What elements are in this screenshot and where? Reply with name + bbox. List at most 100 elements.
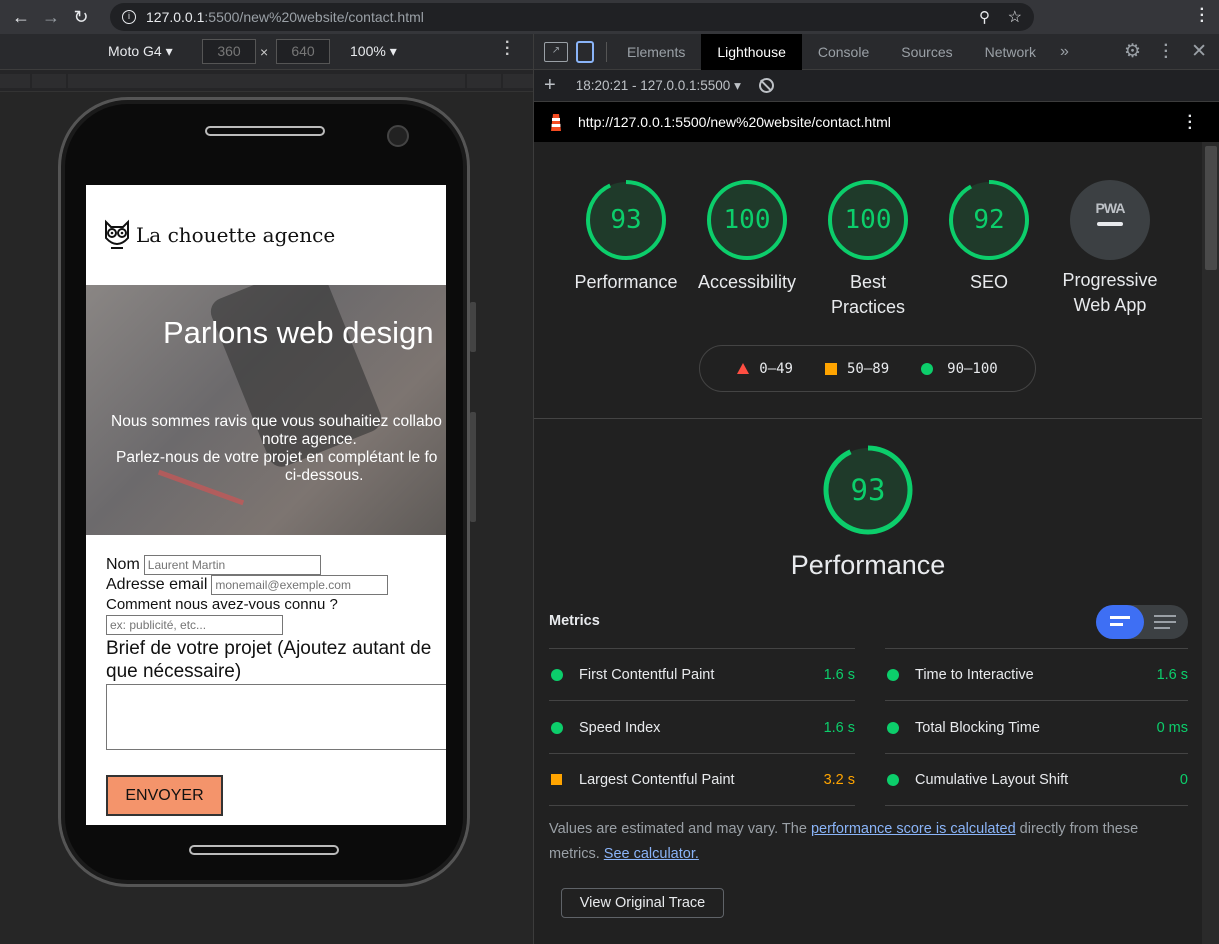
more-tabs-icon[interactable]: » — [1060, 43, 1069, 61]
name-input[interactable]: Laurent Martin — [143, 555, 321, 575]
zoom-icon[interactable]: ⚲ — [979, 8, 990, 26]
owl-logo-icon — [105, 219, 129, 249]
forward-icon[interactable]: → — [36, 2, 66, 32]
hero-text: Nous sommes ravis que vous souhaitiez co… — [86, 413, 446, 485]
tab-network[interactable]: Network — [969, 34, 1052, 70]
performance-large-ring: 93 — [823, 445, 913, 535]
toggle-detail-icon[interactable] — [1144, 605, 1188, 639]
gauge-pwa-label-1: Progressive — [1062, 270, 1158, 290]
metric-good-icon — [551, 668, 563, 681]
legend-average-icon — [824, 362, 837, 375]
height-input[interactable]: 640 — [276, 39, 330, 64]
phone-speaker — [205, 126, 325, 136]
gauge-best-practices[interactable]: 100 Best Practices — [808, 178, 928, 320]
close-devtools-icon[interactable]: ✕ — [1191, 40, 1207, 63]
report-menu-icon[interactable]: · · · — [1188, 109, 1193, 137]
hero-banner: Parlons web design Nous sommes ravis que… — [86, 285, 446, 535]
browser-menu-icon[interactable]: · · · — [1200, 2, 1205, 30]
metric-time-to-interactive[interactable]: Time to Interactive 1.6 s — [885, 649, 1188, 701]
metric-total-blocking-time[interactable]: Total Blocking Time 0 ms — [885, 702, 1188, 754]
see-calculator-link[interactable]: See calculator. — [604, 846, 699, 862]
bookmark-star-icon[interactable]: ☆ — [1008, 7, 1022, 27]
scrollbar-thumb[interactable] — [1205, 146, 1217, 270]
tab-lighthouse[interactable]: Lighthouse — [701, 33, 802, 70]
phone-camera — [387, 125, 409, 147]
device-toggle-icon[interactable] — [576, 40, 594, 63]
metric-value: 1.6 s — [1156, 666, 1188, 683]
device-name: Moto G4 — [108, 43, 162, 59]
metric-value: 0 — [1179, 771, 1188, 788]
clear-reports-icon[interactable] — [758, 78, 774, 93]
pwa-badge-icon: PWA — [1070, 180, 1150, 260]
dimension-separator: × — [260, 44, 269, 60]
media-query-ruler — [0, 70, 533, 92]
phone-side-button — [470, 302, 476, 352]
metric-value: 0 ms — [1156, 719, 1188, 736]
gauge-accessibility-score: 100 — [724, 205, 771, 235]
lighthouse-report: 93 Performance 100 Accessibility 100 Bes… — [534, 142, 1202, 944]
metric-name: Time to Interactive — [915, 666, 1034, 683]
email-input[interactable]: monemail@exemple.com — [211, 575, 389, 595]
legend-average: 50–89 — [846, 360, 890, 377]
legend-good-icon — [921, 362, 934, 375]
report-select-value: 18:20:21 - 127.0.0.1:5500 — [575, 77, 731, 93]
new-report-icon[interactable]: + — [544, 74, 556, 97]
tab-console[interactable]: Console — [802, 34, 885, 70]
source-input[interactable]: ex: publicité, etc... — [106, 615, 283, 635]
metric-good-icon — [887, 773, 899, 786]
url-path: :5500/new%20website/contact.html — [204, 9, 424, 25]
metric-largest-contentful-paint[interactable]: Largest Contentful Paint 3.2 s — [549, 754, 855, 806]
metric-value: 1.6 s — [823, 719, 855, 736]
gauge-accessibility[interactable]: 100 Accessibility — [687, 178, 807, 295]
report-url[interactable]: http://127.0.0.1:5500/new%20website/cont… — [578, 114, 891, 130]
legend-good: 90–100 — [947, 360, 998, 377]
metric-first-contentful-paint[interactable]: First Contentful Paint 1.6 s — [549, 649, 855, 701]
gauge-best-practices-ring: 100 — [828, 180, 908, 260]
metrics-view-toggle[interactable] — [1096, 605, 1188, 639]
report-scrollbar[interactable] — [1202, 142, 1219, 944]
settings-gear-icon[interactable]: ⚙ — [1124, 40, 1141, 63]
tab-elements[interactable]: Elements — [611, 34, 701, 70]
view-original-trace-button[interactable]: View Original Trace — [561, 888, 724, 918]
gauge-performance[interactable]: 93 Performance — [566, 178, 686, 295]
address-bar[interactable]: i 127.0.0.1:5500/new%20website/contact.h… — [110, 3, 1034, 31]
hero-text-line-3: Parlez-nous de votre projet en complétan… — [116, 449, 438, 466]
legend-bad-icon — [737, 363, 750, 374]
report-select[interactable]: 18:20:21 - 127.0.0.1:5500 ▾ — [576, 78, 741, 94]
gauge-performance-score: 93 — [610, 205, 641, 235]
width-input[interactable]: 360 — [202, 39, 256, 64]
back-icon[interactable]: ← — [6, 2, 36, 32]
gauge-seo[interactable]: 92 SEO — [929, 178, 1049, 295]
reload-icon[interactable]: ↻ — [66, 2, 96, 32]
lighthouse-toolbar: + 18:20:21 - 127.0.0.1:5500 ▾ — [534, 70, 1219, 102]
metric-name: Total Blocking Time — [915, 719, 1040, 736]
metric-average-icon — [551, 774, 562, 785]
device-select[interactable]: Moto G4 ▾ — [108, 43, 173, 60]
metric-speed-index[interactable]: Speed Index 1.6 s — [549, 702, 855, 754]
toggle-summary-icon[interactable] — [1096, 605, 1144, 639]
gauge-pwa[interactable]: PWA Progressive Web App — [1050, 178, 1170, 318]
name-label: Nom — [106, 556, 140, 573]
site-logo-text: La chouette agence — [136, 223, 336, 247]
metrics-note: Values are estimated and may vary. The p… — [549, 817, 1189, 867]
device-more-icon[interactable]: · · · — [505, 35, 510, 63]
devtools-menu-icon[interactable]: · · · — [1164, 38, 1169, 66]
info-icon[interactable]: i — [122, 10, 136, 24]
metric-name: Cumulative Layout Shift — [915, 771, 1069, 788]
url-host: 127.0.0.1 — [146, 9, 205, 25]
gauge-best-practices-score: 100 — [845, 205, 892, 235]
gauge-best-practices-label-1: Best — [849, 272, 887, 292]
brief-textarea[interactable] — [106, 684, 446, 750]
inspect-icon[interactable]: ↗ — [544, 41, 568, 62]
brief-label: Brief de votre projet (Ajoutez autant de… — [106, 637, 446, 683]
submit-button[interactable]: ENVOYER — [106, 775, 223, 816]
metrics-title: Metrics — [549, 613, 600, 629]
metric-cumulative-layout-shift[interactable]: Cumulative Layout Shift 0 — [885, 754, 1188, 806]
tab-sources[interactable]: Sources — [885, 34, 968, 70]
metric-good-icon — [551, 721, 563, 734]
performance-score-link[interactable]: performance score is calculated — [811, 821, 1016, 837]
gauge-seo-ring: 92 — [949, 180, 1029, 260]
hero-text-line-1: Nous sommes ravis que vous souhaitiez co… — [111, 413, 442, 430]
zoom-select[interactable]: 100% ▾ — [350, 43, 397, 60]
hero-text-line-2: notre agence. — [262, 431, 357, 448]
